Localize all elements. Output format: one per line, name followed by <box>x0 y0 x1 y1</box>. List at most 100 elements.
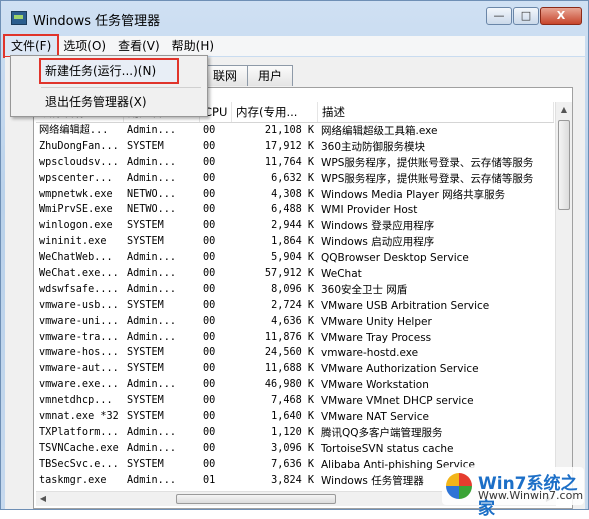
cell-image-name: ZhuDongFan... <box>39 140 119 152</box>
cell-memory: 2,724 K <box>271 299 314 311</box>
cell-cpu: 00 <box>203 125 216 136</box>
table-row[interactable]: wpscenter... Admin... 00 6,632 K WPS服务程序，提供账… <box>36 171 554 187</box>
column-memory[interactable]: 内存(专用... <box>232 102 318 122</box>
cell-image-name: TSVNCache.exe <box>39 442 119 454</box>
cell-cpu: 00 <box>203 331 216 343</box>
cell-description: WPS服务程序，提供账号登录、云存储等服务 <box>321 172 534 185</box>
menu-options[interactable]: 选项(O) <box>57 36 112 56</box>
cell-memory: 2,944 K <box>271 220 314 232</box>
table-row[interactable]: 网络编辑超... Admin... 00 21,108 K 网络编辑超级工具箱.exe <box>36 123 554 139</box>
horizontal-scroll-thumb[interactable] <box>176 494 336 504</box>
cell-memory: 4,308 K <box>271 188 314 200</box>
cell-description: Windows 启动应用程序 <box>321 236 435 249</box>
cell-memory: 57,912 K <box>264 268 314 280</box>
cell-cpu: 00 <box>203 379 216 391</box>
cell-user-name: Admin... <box>127 426 177 438</box>
tab-users[interactable]: 用户 <box>247 65 294 86</box>
menu-item-new-task[interactable]: 新建任务(运行...)(N) <box>39 58 179 84</box>
cell-cpu: 00 <box>203 347 216 359</box>
table-row[interactable]: WeChat.exe... Admin... 00 57,912 K WeChat <box>36 266 554 282</box>
cell-description: VMware Tray Process <box>321 331 432 344</box>
tab-networking[interactable]: 联网 <box>202 65 249 86</box>
table-row[interactable]: WmiPrvSE.exe NETWO... 00 6,488 K WMI Provide… <box>36 202 554 218</box>
cell-user-name: Admin... <box>127 474 177 486</box>
cell-description: VMware Workstation <box>321 379 429 392</box>
close-button[interactable]: X <box>540 7 582 25</box>
vertical-scrollbar[interactable]: ▲ <box>555 102 572 474</box>
table-row[interactable]: vmnat.exe *32 SYSTEM 00 1,640 K VMware NAT S… <box>36 409 554 425</box>
menu-help[interactable]: 帮助(H) <box>166 36 220 56</box>
maximize-button[interactable]: □ <box>513 7 539 25</box>
cell-cpu: 00 <box>203 220 216 232</box>
table-row[interactable]: winlogon.exe SYSTEM 00 2,944 K Windows 登录应用程… <box>36 218 554 234</box>
cell-image-name: wpscenter... <box>39 172 113 184</box>
cell-cpu: 00 <box>203 395 216 407</box>
cell-description: VMware USB Arbitration Service <box>321 299 490 312</box>
process-list-panel: 映像名称 用户名 CPU 内存(专用... 描述 网络编辑超...Admin..… <box>33 87 573 509</box>
table-row[interactable]: vmware-tra... Admin... 00 11,876 K VMware Tr… <box>36 330 554 346</box>
cell-description: Windows 登录应用程序 <box>321 220 435 233</box>
table-row[interactable]: WeChatWeb... Admin... 00 5,904 K QQBrowser D… <box>36 250 554 266</box>
cell-image-name: wdswfsafe.... <box>39 283 119 295</box>
cell-description: VMware Authorization Service <box>321 363 479 376</box>
cell-description: VMware NAT Service <box>321 411 429 424</box>
cell-memory: 5,904 K <box>271 252 314 264</box>
cell-memory: 8,096 K <box>271 283 314 295</box>
cell-user-name: SYSTEM <box>127 140 164 152</box>
cell-image-name: vmnetdhcp... <box>39 395 113 407</box>
cell-user-name: SYSTEM <box>127 299 164 311</box>
cell-user-name: Admin... <box>127 156 177 168</box>
column-description[interactable]: 描述 <box>318 102 554 122</box>
table-row[interactable]: wininit.exe SYSTEM 00 1,864 K Windows 启动应用程序 <box>36 234 554 250</box>
title-bar[interactable]: Windows 任务管理器 — □ X <box>1 1 588 35</box>
cell-cpu: 00 <box>203 363 216 375</box>
window-controls: — □ X <box>485 7 582 27</box>
table-row[interactable]: vmnetdhcp... SYSTEM 00 7,468 K VMware VMnet … <box>36 393 554 409</box>
scroll-up-icon[interactable]: ▲ <box>556 102 572 118</box>
cell-user-name: SYSTEM <box>127 395 164 407</box>
cell-user-name: SYSTEM <box>127 236 164 248</box>
scroll-left-icon[interactable]: ◀ <box>36 492 50 506</box>
table-row[interactable]: vmware-aut... SYSTEM 00 11,688 K VMware Auth… <box>36 361 554 377</box>
cell-description: VMware VMnet DHCP service <box>321 395 474 408</box>
cell-cpu: 00 <box>203 140 216 152</box>
table-row[interactable]: wmpnetwk.exe NETWO... 00 4,308 K Windows Med… <box>36 187 554 203</box>
minimize-button[interactable]: — <box>486 7 512 25</box>
cell-description: 360安全卫士 网盾 <box>321 283 408 296</box>
client-area: 能 联网 用户 映像名称 用户名 CPU 内存(专用... 描述 网络编辑超..… <box>5 57 585 509</box>
cell-image-name: vmware-hos... <box>39 347 119 359</box>
cell-user-name: Admin... <box>127 252 177 264</box>
table-row[interactable]: vmware.exe... Admin... 00 46,980 K VMware Wo… <box>36 377 554 393</box>
file-menu-dropdown: 新建任务(运行...)(N) 退出任务管理器(X) <box>10 55 208 117</box>
process-table: 映像名称 用户名 CPU 内存(专用... 描述 网络编辑超...Admin..… <box>36 102 554 488</box>
vertical-scroll-thumb[interactable] <box>558 120 570 210</box>
cell-user-name: Admin... <box>127 125 177 136</box>
cell-user-name: Admin... <box>127 283 177 295</box>
cell-image-name: WmiPrvSE.exe <box>39 204 113 216</box>
table-row[interactable]: vmware-uni... Admin... 00 4,636 K VMware Uni… <box>36 314 554 330</box>
cell-user-name: Admin... <box>127 331 177 343</box>
cell-image-name: WeChat.exe... <box>39 268 119 280</box>
cell-memory: 46,980 K <box>264 379 314 391</box>
cell-memory: 7,468 K <box>271 395 314 407</box>
menu-view[interactable]: 查看(V) <box>112 36 166 56</box>
menu-item-exit[interactable]: 退出任务管理器(X) <box>41 91 151 113</box>
cell-cpu: 00 <box>203 268 216 280</box>
table-row[interactable]: wdswfsafe.... Admin... 00 8,096 K 360安全卫士 网盾 <box>36 282 554 298</box>
table-row[interactable]: TSVNCache.exe Admin... 00 3,096 K TortoiseSV… <box>36 441 554 457</box>
cell-cpu: 00 <box>203 283 216 295</box>
cell-image-name: winlogon.exe <box>39 220 113 232</box>
cell-memory: 17,912 K <box>264 140 314 152</box>
cell-user-name: Admin... <box>127 172 177 184</box>
menu-bar: 文件(F) 选项(O) 查看(V) 帮助(H) <box>2 34 585 58</box>
table-row[interactable]: vmware-hos... SYSTEM 00 24,560 K vmware-host… <box>36 345 554 361</box>
table-row[interactable]: wpscloudsv... Admin... 00 11,764 K WPS服务程序，提… <box>36 155 554 171</box>
table-row[interactable]: TXPlatform... Admin... 00 1,120 K 腾讯QQ多客户端管理… <box>36 425 554 441</box>
cell-cpu: 00 <box>203 252 216 264</box>
table-row[interactable]: ZhuDongFan... SYSTEM 00 17,912 K 360主动防御服务模块 <box>36 139 554 155</box>
table-row[interactable]: vmware-usb... SYSTEM 00 2,724 K VMware USB A… <box>36 298 554 314</box>
cell-cpu: 00 <box>203 426 216 438</box>
cell-description: WeChat <box>321 268 362 281</box>
menu-file[interactable]: 文件(F) <box>2 34 60 58</box>
cell-user-name: SYSTEM <box>127 363 164 375</box>
